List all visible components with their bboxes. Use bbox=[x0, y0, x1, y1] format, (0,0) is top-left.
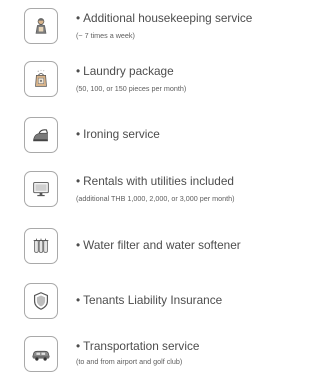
service-title-text: Rentals with utilities included bbox=[83, 174, 234, 188]
service-texts: • Ironing service bbox=[76, 127, 292, 141]
service-title-text: Ironing service bbox=[83, 127, 160, 141]
bullet: • bbox=[76, 127, 81, 141]
service-texts: • Additional housekeeping service (~ 7 ti… bbox=[76, 11, 292, 41]
laundry-bag-icon bbox=[24, 61, 58, 97]
service-title: • Water filter and water softener bbox=[76, 238, 292, 252]
service-title: • Additional housekeeping service bbox=[76, 11, 292, 25]
service-title: • Laundry package bbox=[76, 64, 292, 78]
bullet: • bbox=[76, 64, 81, 78]
service-texts: • Transportation service (to and from air… bbox=[76, 339, 292, 367]
service-title: • Ironing service bbox=[76, 127, 292, 141]
water-filter-icon bbox=[24, 228, 58, 264]
service-title-text: Water filter and water softener bbox=[83, 238, 241, 252]
service-title-text: Tenants Liability Insurance bbox=[83, 293, 223, 307]
iron-icon bbox=[24, 117, 58, 153]
service-title: • Transportation service bbox=[76, 339, 292, 353]
service-texts: • Laundry package (50, 100, or 150 pieces… bbox=[76, 64, 292, 94]
service-texts: • Rentals with utilities included (additi… bbox=[76, 174, 292, 204]
bullet: • bbox=[76, 339, 81, 353]
service-subtitle: (to and from airport and golf club) bbox=[76, 357, 183, 366]
service-subtitle: (additional THB 1,000, 2,000, or 3,000 p… bbox=[76, 194, 235, 203]
bullet: • bbox=[76, 293, 81, 307]
service-title: • Tenants Liability Insurance bbox=[76, 293, 292, 307]
shield-icon bbox=[24, 283, 58, 319]
bullet: • bbox=[76, 238, 81, 252]
service-item-rentals-utilities: • Rentals with utilities included (additi… bbox=[24, 171, 292, 211]
service-item-water-filter: • Water filter and water softener bbox=[24, 228, 292, 268]
bullet: • bbox=[76, 174, 81, 188]
service-item-laundry: • Laundry package (50, 100, or 150 pieces… bbox=[24, 61, 292, 101]
maid-icon bbox=[24, 8, 58, 44]
service-title-text: Transportation service bbox=[83, 339, 200, 353]
service-item-insurance: • Tenants Liability Insurance bbox=[24, 283, 292, 323]
service-item-ironing: • Ironing service bbox=[24, 117, 292, 157]
service-title-text: Additional housekeeping service bbox=[83, 11, 253, 25]
service-item-transportation: • Transportation service (to and from air… bbox=[24, 336, 292, 376]
services-list: • Additional housekeeping service (~ 7 ti… bbox=[0, 0, 294, 374]
service-texts: • Water filter and water softener bbox=[76, 238, 292, 252]
bullet: • bbox=[76, 11, 81, 25]
service-texts: • Tenants Liability Insurance bbox=[76, 293, 292, 307]
service-subtitle: (50, 100, or 150 pieces per month) bbox=[76, 84, 187, 93]
service-title-text: Laundry package bbox=[83, 64, 174, 78]
car-icon bbox=[24, 336, 58, 372]
service-subtitle: (~ 7 times a week) bbox=[76, 31, 135, 40]
service-title: • Rentals with utilities included bbox=[76, 174, 292, 188]
service-item-housekeeping: • Additional housekeeping service (~ 7 ti… bbox=[24, 8, 292, 48]
monitor-icon bbox=[24, 171, 58, 207]
